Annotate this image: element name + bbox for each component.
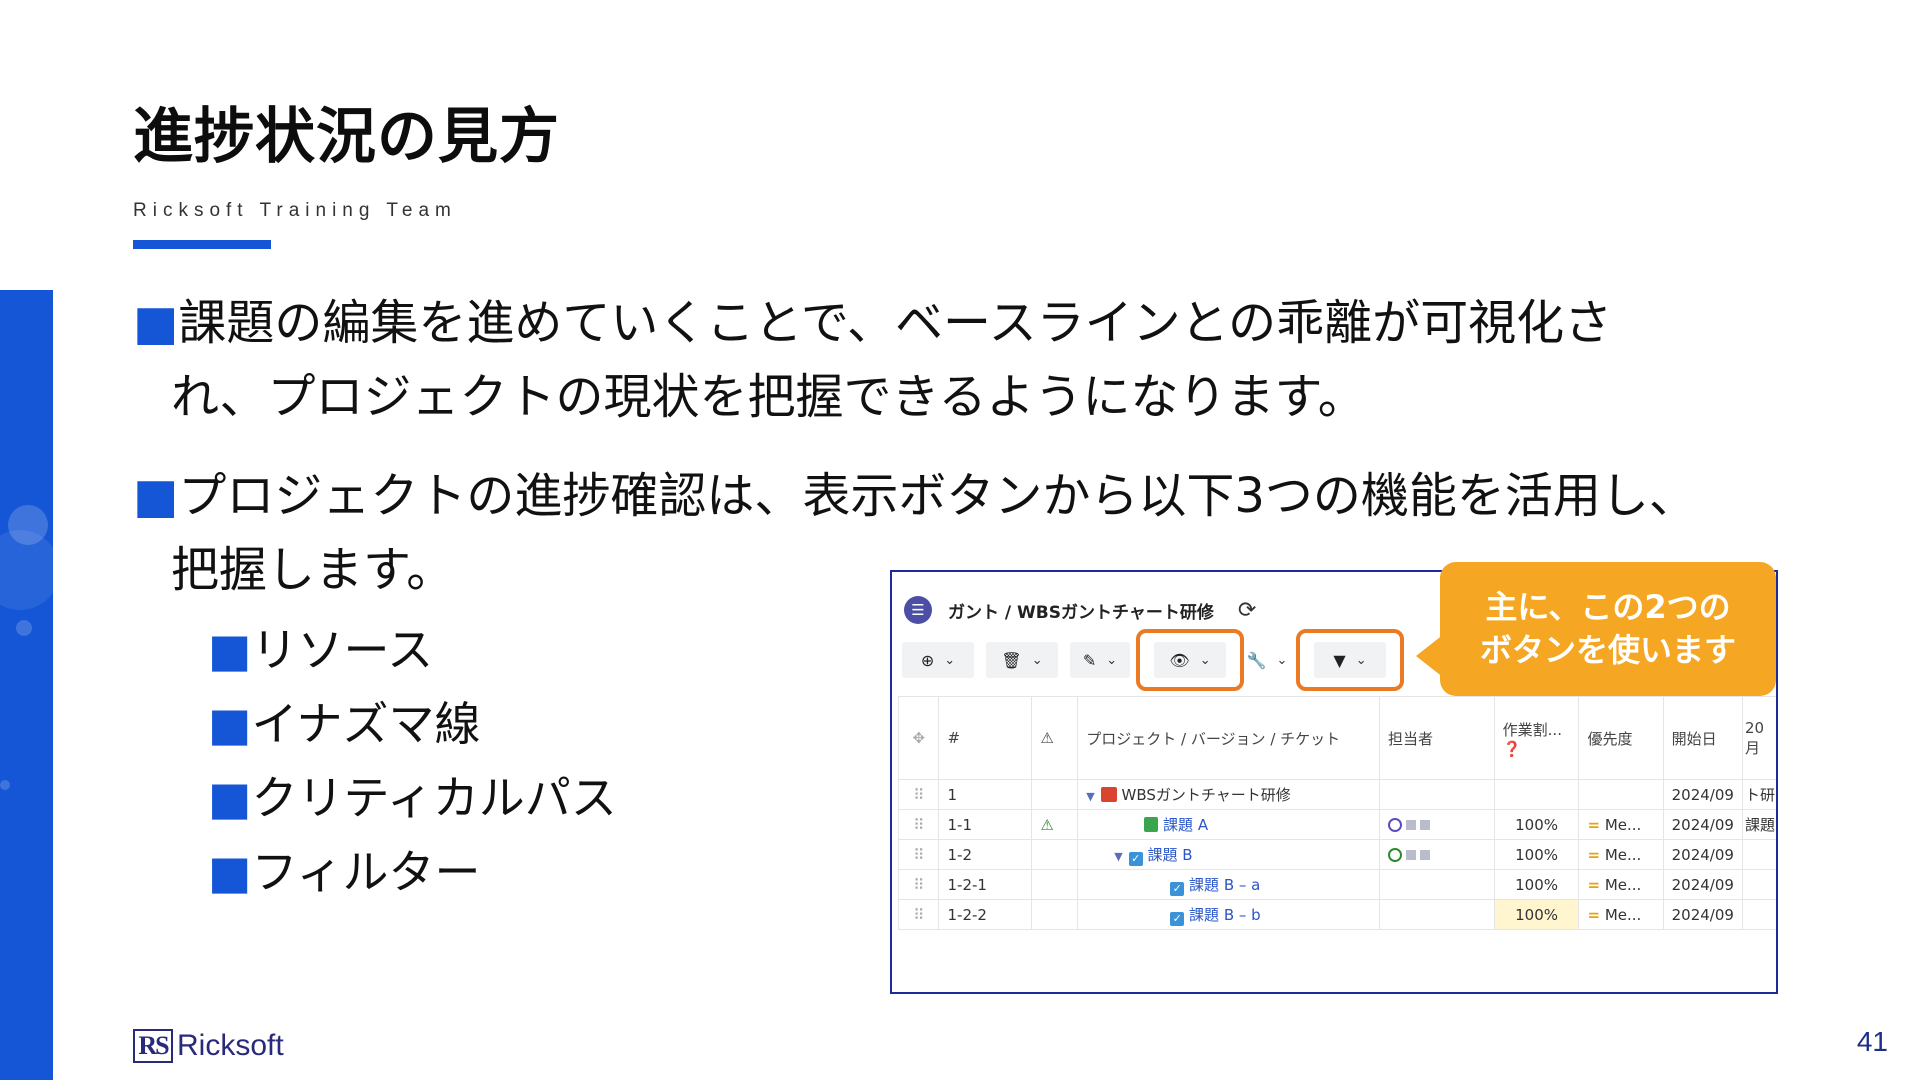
drag-handle-icon[interactable]: ⠿ (897, 869, 940, 900)
task-table: ✥ # ⚠ プロジェクト / バージョン / チケット 担当者 作業割... ❓ … (897, 696, 1776, 930)
refresh-icon[interactable]: ⟳ (1238, 598, 1256, 623)
story-icon (1144, 817, 1159, 832)
callout-bubble: 主に、この2つの ボタンを使います (1440, 562, 1776, 696)
expand-caret-icon[interactable]: ▼ (1114, 850, 1122, 863)
column-header[interactable]: 20 月 (1741, 696, 1776, 780)
delete-button[interactable]: 🗑 ⌄ (986, 642, 1058, 678)
avatar-icon (1387, 847, 1402, 862)
chevron-down-icon: ⌄ (1276, 652, 1288, 668)
bullet-square: ■ (208, 697, 252, 751)
logo-mark: RS (133, 1029, 173, 1063)
drag-handle-icon[interactable]: ⠿ (897, 899, 940, 930)
task-grid: ✥ # ⚠ プロジェクト / バージョン / チケット 担当者 作業割... ❓ … (897, 696, 1776, 930)
bullet-1-line-2: れ、プロジェクトの現状を把握できるようになります。 (171, 369, 1366, 425)
task-checkbox-icon: ✓ (1170, 881, 1185, 896)
table-header: ✥ # ⚠ プロジェクト / バージョン / チケット 担当者 作業割... ❓ … (897, 696, 1776, 780)
priority-medium-icon: = (1587, 905, 1601, 924)
priority-medium-icon: = (1587, 815, 1601, 834)
priority-medium-icon: = (1587, 845, 1601, 864)
table-row[interactable]: ⠿ 1-2-2 ✓ 課題 B – b 100% = Me... 2024/09 (897, 899, 1776, 930)
chevron-down-icon: ⌄ (1031, 652, 1043, 668)
sub-bullet-lightning-line: ■イナズマ線 (208, 697, 481, 751)
assignee (1378, 809, 1495, 840)
task-checkbox-icon: ✓ (1128, 851, 1143, 866)
move-icon[interactable]: ✥ (897, 696, 940, 780)
selected-progress-cell[interactable]: 100% (1493, 899, 1580, 930)
sub-bullet-resource: ■リソース (208, 623, 434, 677)
bullet-square: ■ (208, 845, 252, 899)
filter-button-highlight (1296, 629, 1404, 691)
drag-handle-icon[interactable]: ⠿ (897, 779, 940, 810)
avatar-icon (1387, 817, 1402, 832)
callout-line-2: ボタンを使います (1479, 631, 1736, 669)
table-row[interactable]: ⠿ 1 ▼ WBSガントチャート研修 2024/09 ト研 (897, 779, 1776, 810)
project-icon (1100, 787, 1117, 802)
tools-icon: 🔧 (1246, 650, 1267, 670)
column-header[interactable]: 作業割... ❓ (1493, 696, 1580, 780)
drag-handle-icon[interactable]: ⠿ (897, 839, 940, 870)
bullet-square: ■ (208, 623, 252, 677)
warning-column-icon: ⚠ (1031, 696, 1079, 780)
page-number: 41 (1856, 1026, 1888, 1057)
breadcrumb: ガント / WBSガントチャート研修 (948, 602, 1214, 623)
bullet-square: ■ (133, 468, 179, 524)
drag-handle-icon[interactable]: ⠿ (897, 809, 940, 840)
left-accent-band (0, 290, 53, 1080)
tools-button[interactable]: 🔧 ⌄ (1242, 642, 1292, 678)
add-icon: ⊕ (920, 650, 935, 670)
edit-icon: ✎ (1082, 650, 1097, 670)
app-header: ☰ ガント / WBSガントチャート研修 ⟳ (904, 592, 1256, 628)
edit-button[interactable]: ✎ ⌄ (1070, 642, 1130, 678)
slide-subtitle: Ricksoft Training Team (133, 200, 457, 221)
view-button-highlight (1136, 629, 1244, 691)
callout-line-1: 主に、この2つの (1485, 588, 1731, 626)
table-row[interactable]: ⠿ 1-2 ▼ ✓ 課題 B 100% = Me... 2024/09 (897, 839, 1776, 870)
column-header[interactable]: 開始日 (1662, 696, 1743, 780)
chevron-down-icon: ⌄ (944, 652, 956, 668)
bullet-1: ■課題の編集を進めていくことで、ベースラインとの乖離が可視化さ れ、プロジェクト… (133, 286, 1793, 434)
bullet-1-line-1: 課題の編集を進めていくことで、ベースラインとの乖離が可視化さ (178, 295, 1613, 351)
sub-bullet-critical-path: ■クリティカルパス (208, 771, 617, 825)
bullet-square: ■ (208, 771, 252, 825)
delete-icon: 🗑 (1001, 650, 1022, 670)
bullet-2-line-1: プロジェクトの進捗確認は、表示ボタンから以下3つの機能を活用し、 (178, 468, 1697, 524)
bullet-square: ■ (133, 295, 179, 351)
gantt-app-icon: ☰ (904, 596, 932, 624)
column-header[interactable]: プロジェクト / バージョン / チケット (1077, 696, 1380, 780)
title-underline (133, 240, 271, 249)
column-header[interactable]: # (938, 696, 1033, 780)
table-row[interactable]: ⠿ 1-2-1 ✓ 課題 B – a 100% = Me... 2024/09 (897, 869, 1776, 900)
priority-medium-icon: = (1587, 875, 1601, 894)
warning-icon: ⚠ (1031, 809, 1079, 840)
sub-bullet-filter: ■フィルター (208, 845, 481, 899)
add-button[interactable]: ⊕ ⌄ (902, 642, 974, 678)
slide-title: 進捗状況の見方 (133, 102, 560, 172)
table-row[interactable]: ⠿ 1-1 ⚠ 課題 A 100% = Me... 2024/09 課題 (897, 809, 1776, 840)
column-header[interactable]: 優先度 (1578, 696, 1664, 780)
task-checkbox-icon: ✓ (1170, 911, 1185, 926)
help-icon[interactable]: ❓ (1503, 740, 1522, 758)
assignee (1378, 839, 1495, 870)
logo-text: Ricksoft (177, 1029, 284, 1062)
ricksoft-logo: RS Ricksoft (133, 1029, 284, 1063)
expand-caret-icon[interactable]: ▼ (1086, 790, 1094, 803)
chevron-down-icon: ⌄ (1106, 652, 1118, 668)
column-header[interactable]: 担当者 (1378, 696, 1495, 780)
